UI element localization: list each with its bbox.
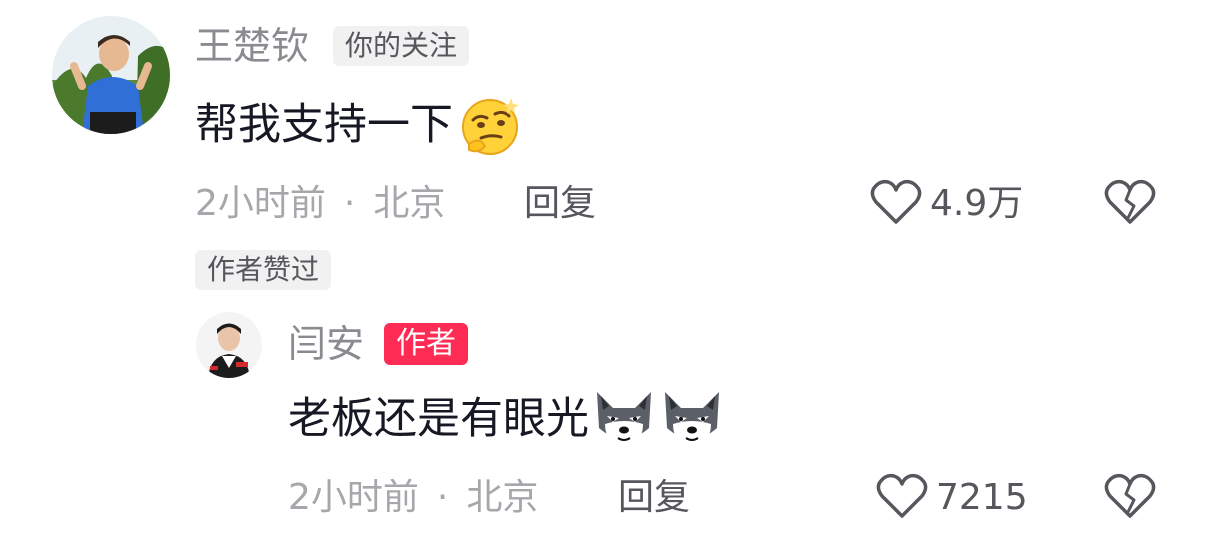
wolf-face-emoji — [591, 388, 657, 450]
comment-meta: 2小时前 · 北京 — [195, 182, 445, 226]
comment-text-body: 帮我支持一下 — [195, 100, 453, 150]
comment-time: 2小时前 — [288, 477, 419, 518]
comment-text: 帮我支持一下 — [195, 92, 523, 158]
reply-button[interactable]: 回复 — [524, 182, 596, 226]
broken-heart-icon[interactable] — [1104, 178, 1156, 226]
following-badge: 你的关注 — [333, 26, 470, 66]
comment-username[interactable]: 闫安 — [288, 322, 364, 366]
meta-separator: · — [436, 477, 449, 518]
avatar[interactable] — [196, 312, 262, 378]
comment-time: 2小时前 — [195, 183, 326, 224]
wolf-face-emoji — [659, 388, 725, 450]
heart-outline-icon[interactable] — [876, 472, 928, 520]
comment-username[interactable]: 王楚钦 — [195, 24, 309, 68]
comment-meta: 2小时前 · 北京 — [288, 476, 538, 520]
broken-heart-icon[interactable] — [1104, 472, 1156, 520]
comment-text: 老板还是有眼光 — [288, 388, 725, 450]
author-badge: 作者 — [384, 323, 468, 365]
avatar[interactable] — [52, 16, 170, 134]
heart-outline-icon[interactable] — [870, 178, 922, 226]
reply-button[interactable]: 回复 — [618, 476, 690, 520]
thinking-face-emoji — [457, 92, 523, 158]
meta-separator: · — [343, 183, 356, 224]
like-count: 7215 — [936, 477, 1028, 518]
comment-location: 北京 — [373, 183, 446, 224]
like-count: 4.9万 — [930, 183, 1024, 224]
author-liked-badge: 作者赞过 — [195, 250, 332, 290]
comment-location: 北京 — [466, 477, 539, 518]
comment-text-body: 老板还是有眼光 — [288, 394, 589, 444]
